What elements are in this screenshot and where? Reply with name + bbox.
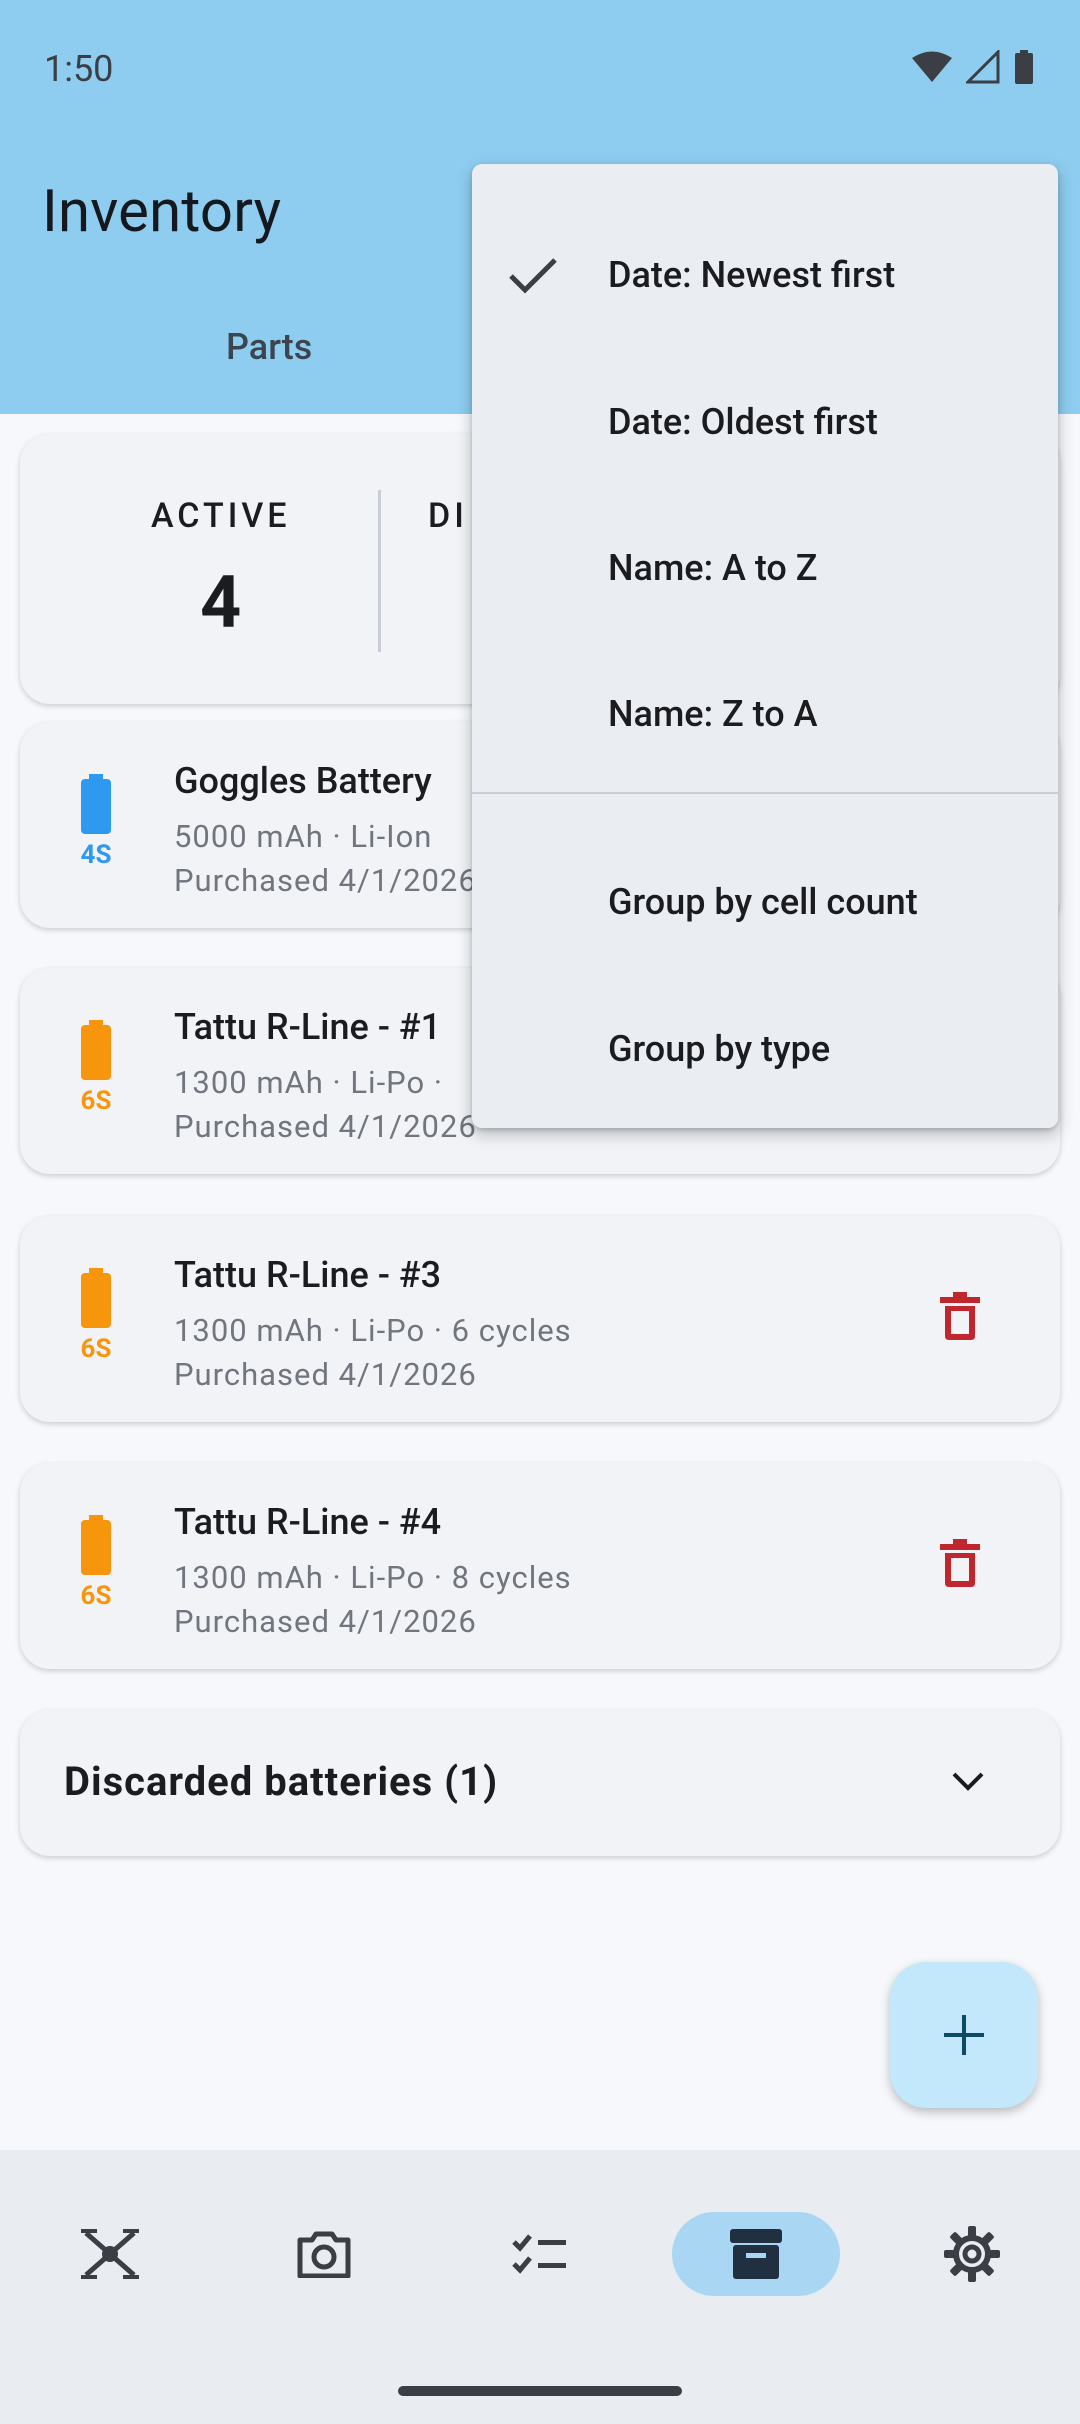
battery-card[interactable]: 6S Tattu R-Line - #3 1300 mAh · Li-Po · … bbox=[20, 1216, 1060, 1422]
nav-settings[interactable] bbox=[888, 2212, 1056, 2296]
discarded-batteries-label: Discarded batteries (1) bbox=[64, 1758, 499, 1805]
battery-icon bbox=[81, 1020, 111, 1080]
bottom-navigation bbox=[0, 2150, 1080, 2424]
battery-purchased: Purchased 4/1/2026 bbox=[174, 1356, 477, 1393]
battery-purchased: Purchased 4/1/2026 bbox=[174, 1603, 477, 1640]
battery-specs: 1300 mAh · Li-Po · 8 cycles bbox=[174, 1559, 572, 1596]
plus-icon bbox=[944, 2015, 984, 2055]
checklist-icon bbox=[512, 2234, 566, 2274]
active-count: 4 bbox=[200, 560, 242, 645]
cell-count: 6S bbox=[80, 1581, 112, 1611]
discarded-batteries-expander[interactable]: Discarded batteries (1) bbox=[20, 1710, 1060, 1856]
cell-count: 6S bbox=[80, 1334, 112, 1364]
tab-parts[interactable]: Parts bbox=[226, 326, 312, 368]
battery-specs: 1300 mAh · Li-Po · 6 cycles bbox=[174, 1312, 572, 1349]
menu-item-label: Date: Newest first bbox=[608, 254, 896, 296]
battery-name: Tattu R-Line - #1 bbox=[174, 1006, 442, 1048]
menu-divider bbox=[472, 792, 1058, 794]
menu-item-group-type[interactable]: Group by type bbox=[472, 979, 1058, 1119]
menu-item-label: Group by type bbox=[608, 1028, 831, 1070]
discarded-label-partial: DI bbox=[428, 496, 468, 536]
page-title: Inventory bbox=[42, 178, 282, 246]
camera-icon bbox=[297, 2231, 351, 2278]
battery-icon bbox=[81, 1515, 111, 1575]
summary-divider bbox=[378, 490, 381, 652]
add-battery-button[interactable] bbox=[890, 1962, 1038, 2108]
nav-camera[interactable] bbox=[240, 2212, 408, 2296]
menu-item-label: Group by cell count bbox=[608, 881, 918, 923]
signal-icon bbox=[966, 50, 1000, 84]
menu-item-name-z-a[interactable]: Name: Z to A bbox=[472, 644, 1058, 784]
menu-item-label: Date: Oldest first bbox=[608, 401, 878, 443]
battery-purchased: Purchased 4/1/2026 bbox=[174, 1108, 477, 1145]
cell-count: 4S bbox=[80, 840, 112, 870]
battery-icon bbox=[81, 774, 111, 834]
wifi-icon bbox=[912, 51, 952, 82]
nav-inventory[interactable] bbox=[672, 2212, 840, 2296]
nav-checklists[interactable] bbox=[456, 2212, 624, 2296]
battery-name: Goggles Battery bbox=[174, 760, 432, 802]
battery-specs: 5000 mAh · Li-Ion bbox=[174, 818, 433, 855]
battery-card[interactable]: 6S Tattu R-Line - #4 1300 mAh · Li-Po · … bbox=[20, 1463, 1060, 1669]
battery-name: Tattu R-Line - #3 bbox=[174, 1254, 442, 1296]
home-indicator[interactable] bbox=[398, 2386, 682, 2396]
menu-item-name-a-z[interactable]: Name: A to Z bbox=[472, 498, 1058, 638]
chevron-down-icon bbox=[952, 1772, 984, 1791]
battery-icon bbox=[81, 1268, 111, 1328]
menu-item-label: Name: Z to A bbox=[608, 693, 818, 735]
check-icon bbox=[509, 258, 557, 294]
menu-item-group-cell-count[interactable]: Group by cell count bbox=[472, 832, 1058, 972]
menu-item-label: Name: A to Z bbox=[608, 547, 818, 589]
drone-icon bbox=[81, 2229, 139, 2279]
archive-icon bbox=[730, 2229, 782, 2279]
active-label: ACTIVE bbox=[151, 496, 291, 536]
battery-status-icon bbox=[1015, 50, 1033, 84]
cell-count: 6S bbox=[80, 1086, 112, 1116]
nav-drones[interactable] bbox=[26, 2212, 194, 2296]
delete-icon[interactable] bbox=[940, 1539, 980, 1587]
menu-item-date-oldest[interactable]: Date: Oldest first bbox=[472, 352, 1058, 492]
battery-specs: 1300 mAh · Li-Po · bbox=[174, 1064, 443, 1101]
status-time: 1:50 bbox=[44, 48, 114, 90]
gear-icon bbox=[944, 2226, 1000, 2282]
delete-icon[interactable] bbox=[940, 1292, 980, 1340]
battery-purchased: Purchased 4/1/2026 bbox=[174, 862, 477, 899]
sort-menu: Date: Newest first Date: Oldest first Na… bbox=[472, 164, 1058, 1128]
battery-name: Tattu R-Line - #4 bbox=[174, 1501, 442, 1543]
status-icons bbox=[912, 50, 1034, 84]
menu-item-date-newest[interactable]: Date: Newest first bbox=[472, 205, 1058, 345]
